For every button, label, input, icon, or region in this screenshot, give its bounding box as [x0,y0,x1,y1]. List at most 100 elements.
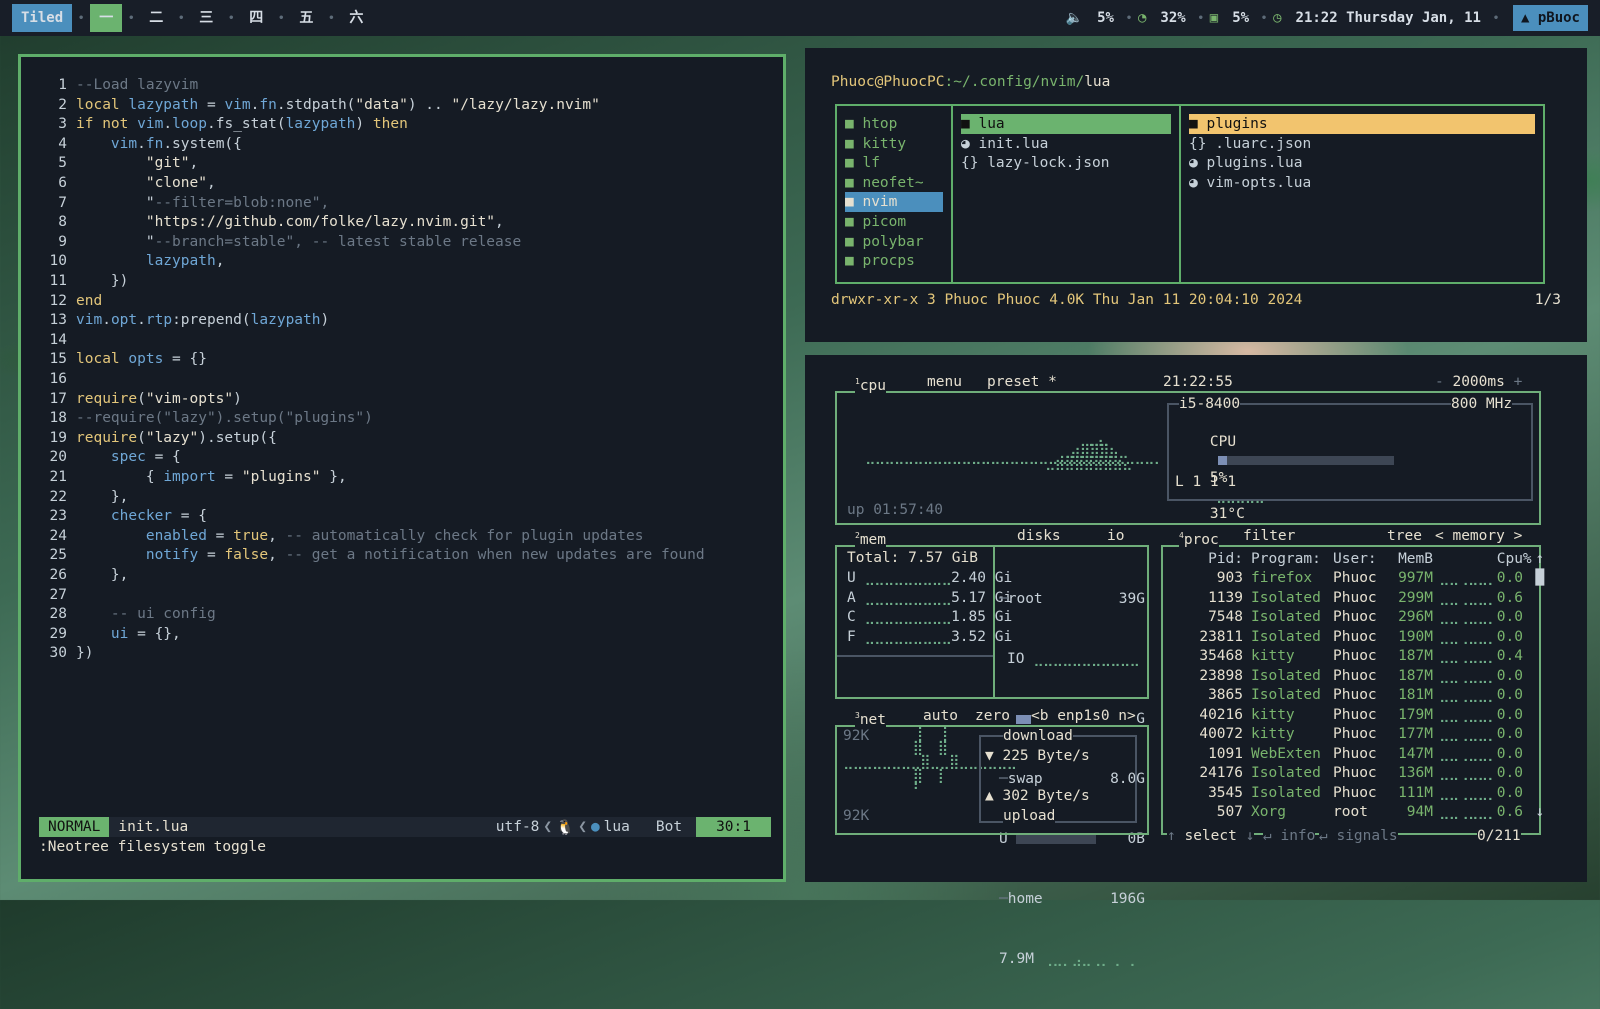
fm-entry[interactable]: ■ htop [845,114,943,134]
proc-row[interactable]: 3545 Isolated Phuoc 111M ⣀⣀⢀⣀⣀⡀ 0.0 [1165,783,1547,803]
scrollbar-track[interactable] [1533,783,1547,803]
proc-row[interactable]: 23811 Isolated Phuoc 190M ⣀⣀⢀⣀⣀⡀ 0.0 [1165,627,1547,647]
proc-row[interactable]: 35468 kitty Phuoc 187M ⣀⣀⢀⣀⣀⡀ 0.4 [1165,647,1547,667]
code-line[interactable]: 25 notify = false, -- get a notification… [21,545,705,565]
fm-entry[interactable]: ■ nvim [845,192,943,213]
code-line[interactable]: 16 [21,369,76,389]
scrollbar-track[interactable] [1533,608,1547,628]
proc-tree[interactable]: tree [1387,527,1422,545]
scrollbar-track[interactable] [1533,744,1547,764]
fm-entry[interactable]: ■ neofet~ [845,173,943,193]
update-interval[interactable]: - 2000ms + [1435,373,1523,391]
scrollbar-track[interactable] [1533,588,1547,608]
fm-entry[interactable]: ◕ vim-opts.lua [1189,173,1535,193]
col-pid-header[interactable]: Pid: [1165,549,1251,569]
net-auto[interactable]: auto [923,707,958,725]
cpu-tab[interactable]: 1cpu [855,373,887,395]
code-line[interactable]: 11 }) [21,271,129,291]
scrollbar-track[interactable] [1533,666,1547,686]
code-line[interactable]: 23 checker = { [21,506,207,526]
code-line[interactable]: 29 ui = {}, [21,624,181,644]
proc-row[interactable]: 7548 Isolated Phuoc 296M ⣀⣀⢀⣀⣀⡀ 0.0 [1165,608,1547,628]
code-line[interactable]: 28 -- ui config [21,604,216,624]
disks-tab[interactable]: disks [1017,527,1061,545]
fm-entry[interactable]: ■ lua [961,114,1171,134]
code-line[interactable]: 7 "--filter=blob:none", [21,193,329,213]
code-line[interactable]: 5 "git", [21,153,198,173]
fm-entry[interactable]: ■ kitty [845,134,943,154]
scrollbar-thumb[interactable]: █ [1533,569,1547,589]
workspace-6[interactable]: 六 [340,4,372,32]
code-line[interactable]: 13 vim.opt.rtp:prepend(lazypath) [21,310,330,330]
proc-row[interactable]: 23898 Isolated Phuoc 187M ⣀⣀⢀⣀⣀⡀ 0.0 [1165,666,1547,686]
volume-icon[interactable]: 🔈 [1066,10,1083,26]
proc-row[interactable]: 40072 kitty Phuoc 177M ⣀⣀⢀⣀⣀⡀ 0.0 [1165,725,1547,745]
fm-entry[interactable]: {} .luarc.json [1189,134,1535,154]
code-line[interactable]: 19 require("lazy").setup({ [21,428,277,448]
layout-indicator[interactable]: Tiled [12,4,73,32]
code-line[interactable]: 4 vim.fn.system({ [21,134,242,154]
proc-info[interactable]: ↵ info [1263,827,1316,845]
fm-entry[interactable]: ■ lf [845,153,943,173]
code-line[interactable]: 21 { import = "plugins" }, [21,467,347,487]
proc-row[interactable]: 507 Xorg root 94M ⣀⣀⢀⣀⣀⡀ 0.6 ↓ [1165,803,1547,823]
workspace-4[interactable]: 四 [240,4,272,32]
col-cpu-header[interactable]: Cpu% [1497,549,1533,569]
proc-row[interactable]: 1091 WebExten Phuoc 147M ⣀⣀⢀⣀⣀⡀ 0.0 [1165,744,1547,764]
col-user-header[interactable]: User: [1333,549,1393,569]
code-line[interactable]: 8 "https://github.com/folke/lazy.nvim.gi… [21,212,504,232]
btop-window[interactable]: 1cpu menu preset * 21:22:55 - 2000ms + ⣀… [805,355,1587,967]
scroll-up-icon[interactable]: ↑ [1533,549,1547,569]
proc-tab[interactable]: 4proc [1179,527,1219,549]
net-interface[interactable]: <b enp1s0 n> [1031,707,1136,725]
proc-row[interactable]: 24176 Isolated Phuoc 136M ⣀⣀⢀⣀⣀⡀ 0.0 [1165,764,1547,784]
scrollbar-track[interactable] [1533,647,1547,667]
scrollbar-track[interactable] [1533,686,1547,706]
scrollbar-track[interactable] [1533,764,1547,784]
code-line[interactable]: 6 "clone", [21,173,215,193]
code-line[interactable]: 18 --require("lazy").setup("plugins") [21,408,373,428]
user-menu[interactable]: ▲ pBuoc [1512,5,1588,31]
workspace-3[interactable]: 三 [190,4,222,32]
workspace-2[interactable]: 二 [140,4,172,32]
code-line[interactable]: 30}) [21,643,94,663]
scrollbar-track[interactable] [1533,627,1547,647]
code-line[interactable]: 15 local opts = {} [21,349,207,369]
scrollbar-track[interactable] [1533,705,1547,725]
code-line[interactable]: 2 local lazypath = vim.fn.stdpath("data")… [21,95,600,115]
code-line[interactable]: 14 [21,330,76,350]
code-line[interactable]: 20 spec = { [21,447,181,467]
proc-row[interactable]: 1139 Isolated Phuoc 299M ⣀⣀⢀⣀⣀⡀ 0.6 [1165,588,1547,608]
code-line[interactable]: 22 }, [21,487,129,507]
fm-entry[interactable]: ◕ plugins.lua [1189,153,1535,173]
fm-entry[interactable]: ■ plugins [1189,114,1535,134]
scrollbar-track[interactable] [1533,725,1547,745]
fm-entry[interactable]: ■ polybar [845,232,943,252]
fm-entry[interactable]: ◕ init.lua [961,134,1171,154]
proc-row[interactable]: 3865 Isolated Phuoc 181M ⣀⣀⢀⣀⣀⡀ 0.0 [1165,686,1547,706]
col-program-header[interactable]: Program: [1251,549,1333,569]
volume-value[interactable]: 5% [1097,10,1114,26]
fm-entry[interactable]: ■ picom [845,212,943,232]
code-line[interactable]: 17 require("vim-opts") [21,389,242,409]
proc-row[interactable]: 40216 kitty Phuoc 179M ⣀⣀⢀⣀⣀⡀ 0.0 [1165,705,1547,725]
code-line[interactable]: 24 enabled = true, -- automatically chec… [21,526,644,546]
code-line[interactable]: 1 --Load lazyvim [21,75,198,95]
nvim-window[interactable]: 1 --Load lazyvim 2 local lazypath = vim.fn.… [18,54,786,882]
col-mem-header[interactable]: MemB [1393,549,1433,569]
code-line[interactable]: 9 "--branch=stable", -- latest stable re… [21,232,521,252]
code-line[interactable]: 26 }, [21,565,129,585]
net-zero[interactable]: zero [975,707,1010,725]
workspace-5[interactable]: 五 [290,4,322,32]
fm-entry[interactable]: {} lazy-lock.json [961,153,1171,173]
proc-sort[interactable]: < memory > [1435,527,1523,545]
io-tab[interactable]: io [1107,527,1125,545]
command-line[interactable]: :Neotree filesystem toggle [39,839,266,855]
code-line[interactable]: 10 lazypath, [21,251,225,271]
scroll-down-icon[interactable]: ↓ [1533,803,1547,823]
file-manager-window[interactable]: Phuoc@PhuocPC:~/.config/nvim/lua ■ htop ■… [805,48,1587,342]
preset-tab[interactable]: preset * [987,373,1057,391]
mem-tab[interactable]: 2mem [855,527,887,549]
code-line[interactable]: 27 [21,585,76,605]
workspace-1[interactable]: 一 [90,4,123,32]
